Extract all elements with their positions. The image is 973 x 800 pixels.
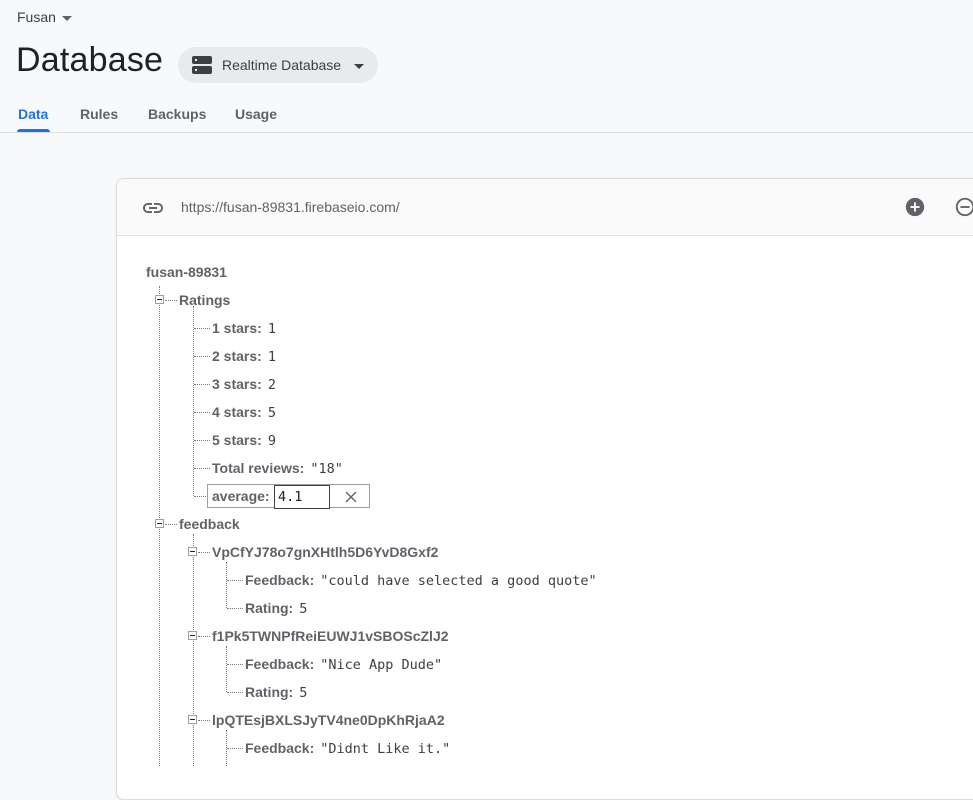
close-icon[interactable] <box>344 490 358 504</box>
tree-node-ratings[interactable]: Ratings <box>179 291 230 309</box>
tree-connector <box>198 552 210 553</box>
tree-node-feedback-entry[interactable]: lpQTEsjBXLSJyTV4ne0DpKhRjaA2 <box>212 711 445 729</box>
tree-leaf[interactable]: Feedback: "could have selected a good quo… <box>245 571 597 590</box>
chevron-down-icon <box>354 63 365 69</box>
node-key: lpQTEsjBXLSJyTV4ne0DpKhRjaA2 <box>212 712 445 728</box>
leaf-value[interactable]: 5 <box>268 405 276 421</box>
collapse-toggle-icon[interactable] <box>188 715 197 724</box>
node-key: VpCfYJ78o7gnXHtlh5D6YvD8Gxf2 <box>212 544 439 560</box>
remove-circle-icon[interactable] <box>954 196 973 218</box>
tree-connector <box>226 562 227 608</box>
leaf-value[interactable]: 5 <box>299 685 307 701</box>
leaf-value[interactable]: 1 <box>268 349 276 365</box>
database-icon <box>192 56 212 74</box>
add-circle-icon[interactable] <box>904 196 926 218</box>
tree-leaf[interactable]: 5 stars: 9 <box>212 431 276 450</box>
tree-connector <box>194 496 206 497</box>
node-key: f1Pk5TWNPfReiEUWJ1vSBOScZlJ2 <box>212 628 449 644</box>
tree-connector <box>194 468 210 469</box>
root-key: fusan-89831 <box>146 264 227 280</box>
tree-node-feedback-entry[interactable]: f1Pk5TWNPfReiEUWJ1vSBOScZlJ2 <box>212 627 449 645</box>
database-url: https://fusan-89831.firebaseio.com/ <box>181 199 400 215</box>
tree-leaf[interactable]: Feedback: "Didnt Like it." <box>245 739 450 758</box>
tree-connector <box>194 328 210 329</box>
leaf-key: 2 stars: <box>212 348 262 364</box>
tab-backups[interactable]: Backups <box>148 106 206 122</box>
leaf-key: 5 stars: <box>212 432 262 448</box>
tab-bar: Data Rules Backups Usage <box>0 96 973 133</box>
tree-node-feedback[interactable]: feedback <box>179 515 240 533</box>
leaf-key: 1 stars: <box>212 320 262 336</box>
leaf-value[interactable]: "could have selected a good quote" <box>320 573 596 589</box>
page-title: Database <box>16 41 164 79</box>
leaf-key: Total reviews: <box>212 460 305 476</box>
leaf-value[interactable]: 5 <box>299 601 307 617</box>
tree-leaf[interactable]: Feedback: "Nice App Dude" <box>245 655 442 674</box>
leaf-value[interactable]: "Didnt Like it." <box>320 741 450 757</box>
leaf-key: Feedback: <box>245 572 315 588</box>
tree-leaf[interactable]: 2 stars: 1 <box>212 347 276 366</box>
leaf-key: Rating: <box>245 600 294 616</box>
tree-connector <box>193 534 194 766</box>
link-icon[interactable] <box>141 196 165 220</box>
tab-rules[interactable]: Rules <box>80 106 118 122</box>
leaf-edit-row: average: <box>207 484 370 509</box>
project-selector[interactable]: Fusan <box>17 9 72 25</box>
project-name: Fusan <box>17 9 56 25</box>
tree-connector <box>227 748 243 749</box>
tab-usage[interactable]: Usage <box>235 106 277 122</box>
collapse-toggle-icon[interactable] <box>155 295 164 304</box>
leaf-value[interactable]: "Nice App Dude" <box>320 657 442 673</box>
node-key: feedback <box>179 516 240 532</box>
leaf-key: Feedback: <box>245 656 315 672</box>
tree-leaf[interactable]: 1 stars: 1 <box>212 319 276 338</box>
tree-leaf[interactable]: Rating: 5 <box>245 599 307 618</box>
tab-data[interactable]: Data <box>18 106 48 122</box>
card-header: https://fusan-89831.firebaseio.com/ <box>117 179 973 236</box>
database-type-label: Realtime Database <box>222 57 342 73</box>
chevron-down-icon <box>61 15 72 21</box>
collapse-toggle-icon[interactable] <box>155 519 164 528</box>
tree-leaf[interactable]: Total reviews: "18" <box>212 459 343 478</box>
tree-connector <box>194 412 210 413</box>
tree-connector <box>194 356 210 357</box>
leaf-key: 3 stars: <box>212 376 262 392</box>
tree-root[interactable]: fusan-89831 <box>146 263 227 281</box>
tree-connector <box>227 664 243 665</box>
leaf-key: Rating: <box>245 684 294 700</box>
node-key: Ratings <box>179 292 231 308</box>
tree-leaf[interactable]: 3 stars: 2 <box>212 375 276 394</box>
tree-connector <box>194 384 210 385</box>
tree-node-feedback-entry[interactable]: VpCfYJ78o7gnXHtlh5D6YvD8Gxf2 <box>212 543 438 561</box>
tree-connector <box>227 608 243 609</box>
leaf-key: average: <box>212 488 270 504</box>
database-type-selector[interactable]: Realtime Database <box>178 47 378 83</box>
collapse-toggle-icon[interactable] <box>188 631 197 640</box>
tree-connector <box>165 524 177 525</box>
leaf-value-input[interactable] <box>274 485 330 509</box>
leaf-value[interactable]: 1 <box>268 321 276 337</box>
tree-connector <box>198 720 210 721</box>
tree-connector <box>227 580 243 581</box>
leaf-key: 4 stars: <box>212 404 262 420</box>
collapse-toggle-icon[interactable] <box>188 547 197 556</box>
tree-connector <box>226 646 227 692</box>
tree-leaf[interactable]: Rating: 5 <box>245 683 307 702</box>
tree-leaf[interactable]: 4 stars: 5 <box>212 403 276 422</box>
leaf-value[interactable]: 2 <box>268 377 276 393</box>
leaf-value[interactable]: "18" <box>310 461 343 477</box>
tree-connector <box>194 440 210 441</box>
tree-connector <box>227 692 243 693</box>
tree-connector <box>198 636 210 637</box>
active-tab-indicator <box>17 129 50 132</box>
leaf-key: Feedback: <box>245 740 315 756</box>
leaf-value[interactable]: 9 <box>268 433 276 449</box>
tree-connector <box>165 300 177 301</box>
